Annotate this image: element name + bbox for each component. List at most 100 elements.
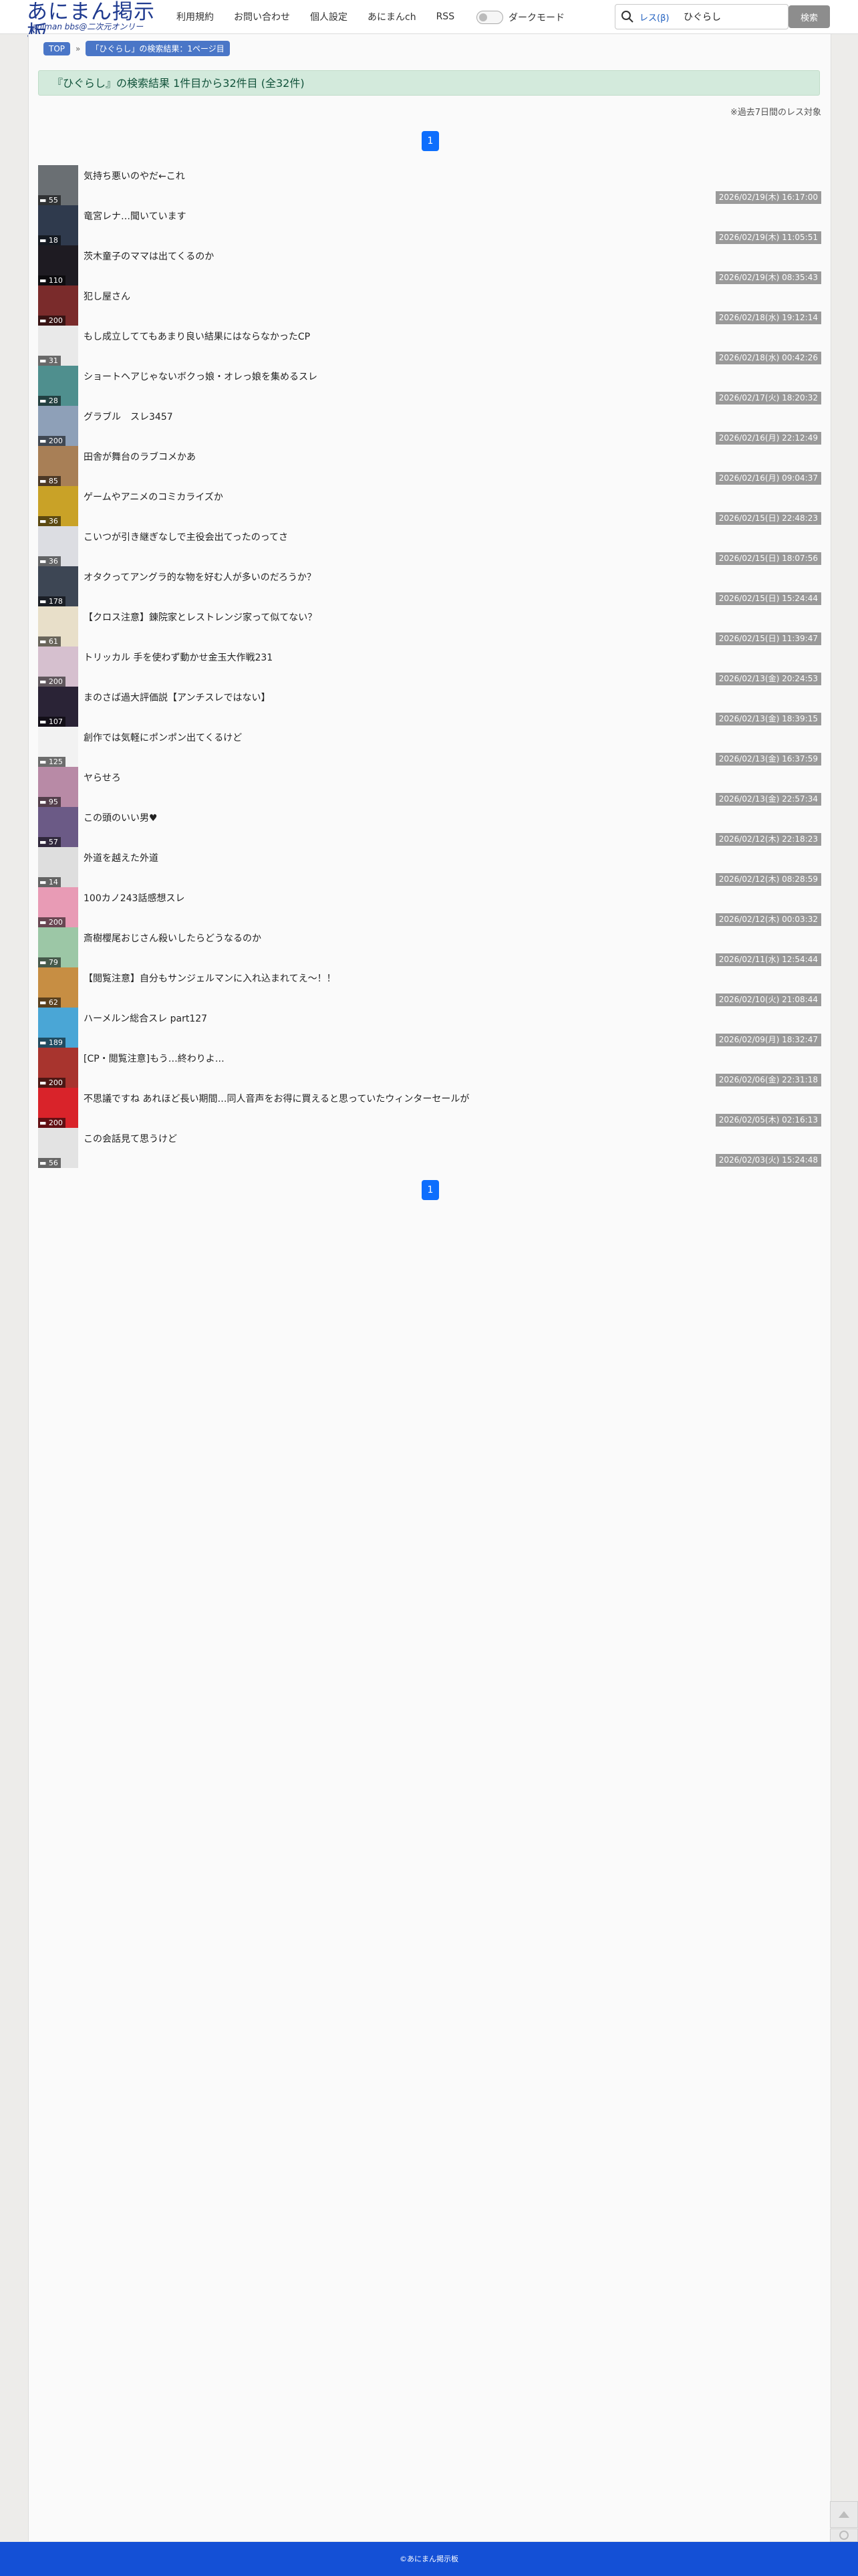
pagination-current-bottom[interactable]: 1 (422, 1180, 439, 1200)
thread-timestamp: 2026/02/09(月) 18:32:47 (715, 1034, 821, 1046)
thread-thumbnail[interactable]: ▬ 57 (38, 807, 78, 847)
thread-row[interactable]: ▬ 95 ヤらせろ 2026/02/13(金) 22:57:34 (38, 767, 821, 807)
dark-mode-toggle[interactable]: ダークモード (476, 11, 565, 24)
thread-row[interactable]: ▬ 200 犯し屋さん 2026/02/18(水) 19:12:14 (38, 285, 821, 326)
thread-title-link[interactable]: 創作では気軽にポンポン出てくるけど (84, 731, 242, 744)
refresh-button[interactable] (830, 2529, 858, 2542)
thread-title-link[interactable]: この頭のいい男♥ (84, 811, 158, 824)
search-button[interactable]: 検索 (789, 5, 830, 28)
thread-row[interactable]: ▬ 56 この会話見て思うけど 2026/02/03(火) 15:24:48 (38, 1128, 821, 1168)
thread-thumbnail[interactable]: ▬ 189 (38, 1008, 78, 1048)
thread-title-link[interactable]: 茨木童子のママは出てくるのか (84, 249, 214, 263)
thread-title-link[interactable]: グラブル スレ3457 (84, 410, 173, 423)
thread-row[interactable]: ▬ 200 [CP・閲覧注意]もう…終わりよ… 2026/02/06(金) 22:3… (38, 1048, 821, 1088)
thread-row[interactable]: ▬ 61 【クロス注意】錬院家とレストレンジ家って似てない？ 2026/02/15(… (38, 606, 821, 647)
thread-row[interactable]: ▬ 14 外道を越えた外道 2026/02/12(木) 08:28:59 (38, 847, 821, 887)
thread-thumbnail[interactable]: ▬ 200 (38, 887, 78, 927)
thread-thumbnail[interactable]: ▬ 200 (38, 285, 78, 326)
thread-thumbnail[interactable]: ▬ 36 (38, 526, 78, 566)
thread-title-link[interactable]: ヤらせろ (84, 771, 121, 784)
reply-count-badge: ▬ 200 (38, 917, 65, 927)
thread-thumbnail[interactable]: ▬ 125 (38, 727, 78, 767)
result-summary: 『ひぐらし』の検索結果 1件目から32件目 (全32件) (38, 70, 820, 96)
thread-title-link[interactable]: この会話見て思うけど (84, 1132, 177, 1145)
thread-title-link[interactable]: 斎樹櫻尾おじさん殺いしたらどうなるのか (84, 931, 261, 945)
thread-row[interactable]: ▬ 178 オタクってアングラ的な物を好む人が多いのだろうか？ 2026/02/15… (38, 566, 821, 606)
thread-thumbnail[interactable]: ▬ 62 (38, 967, 78, 1008)
thread-title-link[interactable]: トリッカル 手を使わず動かせ金玉大作戦231 (84, 651, 273, 664)
thread-title-link[interactable]: 犯し屋さん (84, 289, 130, 303)
dark-mode-label: ダークモード (509, 13, 565, 23)
thread-row[interactable]: ▬ 55 気持ち悪いのやだ←これ 2026/02/19(木) 16:17:00 (38, 165, 821, 205)
comment-icon: ▬ (39, 798, 49, 806)
thread-thumbnail[interactable]: ▬ 200 (38, 1088, 78, 1128)
reply-count: 28 (48, 396, 58, 405)
thread-row[interactable]: ▬ 189 ハーメルン総合スレ part127 2026/02/09(月) 18:3… (38, 1008, 821, 1048)
thread-thumbnail[interactable]: ▬ 95 (38, 767, 78, 807)
thread-thumbnail[interactable]: ▬ 200 (38, 406, 78, 446)
thread-row[interactable]: ▬ 36 こいつが引き継ぎなしで主役会出てったのってさ 2026/02/15(日) … (38, 526, 821, 566)
thread-thumbnail[interactable]: ▬ 110 (38, 245, 78, 285)
thread-title-link[interactable]: こいつが引き継ぎなしで主役会出てったのってさ (84, 530, 288, 544)
search-input[interactable] (682, 7, 785, 26)
site-logo[interactable]: あにまん掲示板 animan bbs@二次元オンリー (27, 1, 167, 44)
thread-row[interactable]: ▬ 62 【閲覧注意】自分もサンジェルマンに入れ込まれてえ〜！！ 2026/02/1… (38, 967, 821, 1008)
breadcrumb-current[interactable]: 「ひぐらし」の検索結果：1ページ目 (86, 41, 230, 56)
thread-thumbnail[interactable]: ▬ 200 (38, 1048, 78, 1088)
thread-thumbnail[interactable]: ▬ 55 (38, 165, 78, 205)
thread-title-link[interactable]: まのさば過大評価説【アンチスレではない】 (84, 691, 270, 704)
thread-title-link[interactable]: ハーメルン総合スレ part127 (84, 1012, 207, 1025)
nav-contact-link[interactable]: お問い合わせ (234, 10, 290, 23)
thread-row[interactable]: ▬ 18 竜宮レナ…聞いています 2026/02/19(木) 11:05:51 (38, 205, 821, 245)
thread-row[interactable]: ▬ 28 ショートヘアじゃないボクっ娘・オレっ娘を集めるスレ 2026/02/17(… (38, 366, 821, 406)
thread-row[interactable]: ▬ 200 不思議ですね あれほど長い期間…同人音声をお得に買えると思っていたウィ… (38, 1088, 821, 1128)
thread-row[interactable]: ▬ 125 創作では気軽にポンポン出てくるけど 2026/02/13(金) 16:3… (38, 727, 821, 767)
thread-title-link[interactable]: ショートヘアじゃないボクっ娘・オレっ娘を集めるスレ (84, 370, 317, 383)
thread-title-link[interactable]: 外道を越えた外道 (84, 851, 158, 864)
thread-thumbnail[interactable]: ▬ 85 (38, 446, 78, 486)
thread-thumbnail[interactable]: ▬ 107 (38, 687, 78, 727)
thread-thumbnail[interactable]: ▬ 36 (38, 486, 78, 526)
nav-settings-link[interactable]: 個人設定 (310, 10, 347, 23)
thread-title-link[interactable]: オタクってアングラ的な物を好む人が多いのだろうか？ (84, 570, 316, 584)
thread-thumbnail[interactable]: ▬ 178 (38, 566, 78, 606)
thread-row[interactable]: ▬ 79 斎樹櫻尾おじさん殺いしたらどうなるのか 2026/02/11(水) 12:… (38, 927, 821, 967)
thread-row[interactable]: ▬ 110 茨木童子のママは出てくるのか 2026/02/19(木) 08:35:4… (38, 245, 821, 285)
thread-row[interactable]: ▬ 200 グラブル スレ3457 2026/02/16(月) 22:12:49 (38, 406, 821, 446)
thread-row[interactable]: ▬ 85 田舎が舞台のラブコメかあ 2026/02/16(月) 09:04:37 (38, 446, 821, 486)
thread-title-link[interactable]: もし成立しててもあまり良い結果にはならなかったCP (84, 330, 310, 343)
thread-title-link[interactable]: [CP・閲覧注意]もう…終わりよ… (84, 1052, 225, 1065)
thread-thumbnail[interactable]: ▬ 61 (38, 606, 78, 647)
thread-thumbnail[interactable]: ▬ 79 (38, 927, 78, 967)
nav-rss-link[interactable]: RSS (436, 11, 455, 22)
scroll-top-button[interactable] (830, 2501, 858, 2528)
thread-thumbnail[interactable]: ▬ 56 (38, 1128, 78, 1168)
thread-title-link[interactable]: 竜宮レナ…聞いています (84, 209, 186, 223)
thread-row[interactable]: ▬ 31 もし成立しててもあまり良い結果にはならなかったCP 2026/02/18(… (38, 326, 821, 366)
thread-title-link[interactable]: 100カノ243話感想スレ (84, 891, 184, 905)
breadcrumb-top[interactable]: TOP (43, 41, 71, 55)
thread-row[interactable]: ▬ 200 トリッカル 手を使わず動かせ金玉大作戦231 2026/02/13(金)… (38, 647, 821, 687)
thread-thumbnail[interactable]: ▬ 200 (38, 647, 78, 687)
search-box: レス(β) (615, 4, 789, 29)
pagination-current-top[interactable]: 1 (422, 131, 439, 151)
thread-thumbnail[interactable]: ▬ 18 (38, 205, 78, 245)
thread-title-link[interactable]: ゲームやアニメのコミカライズか (84, 490, 223, 503)
nav-terms-link[interactable]: 利用規約 (176, 10, 214, 23)
nav-animanch-link[interactable]: あにまんch (368, 10, 416, 23)
thread-row[interactable]: ▬ 107 まのさば過大評価説【アンチスレではない】 2026/02/13(金) 1… (38, 687, 821, 727)
thread-thumbnail[interactable]: ▬ 28 (38, 366, 78, 406)
dark-mode-switch[interactable] (476, 11, 503, 24)
reply-count: 200 (48, 918, 63, 927)
thread-title-link[interactable]: 気持ち悪いのやだ←これ (84, 169, 185, 183)
thread-thumbnail[interactable]: ▬ 31 (38, 326, 78, 366)
thread-title-link[interactable]: 【クロス注意】錬院家とレストレンジ家って似てない？ (84, 610, 317, 624)
thread-title-link[interactable]: 田舎が舞台のラブコメかあ (84, 450, 196, 463)
search-scope-select[interactable]: レス(β) (639, 11, 669, 23)
thread-thumbnail[interactable]: ▬ 14 (38, 847, 78, 887)
thread-title-link[interactable]: 不思議ですね あれほど長い期間…同人音声をお得に買えると思っていたウィンターセー… (84, 1092, 469, 1105)
thread-row[interactable]: ▬ 200 100カノ243話感想スレ 2026/02/12(木) 00:03:32 (38, 887, 821, 927)
thread-row[interactable]: ▬ 57 この頭のいい男♥ 2026/02/12(木) 22:18:23 (38, 807, 821, 847)
thread-title-link[interactable]: 【閲覧注意】自分もサンジェルマンに入れ込まれてえ〜！！ (84, 971, 336, 985)
thread-row[interactable]: ▬ 36 ゲームやアニメのコミカライズか 2026/02/15(日) 22:48:2… (38, 486, 821, 526)
